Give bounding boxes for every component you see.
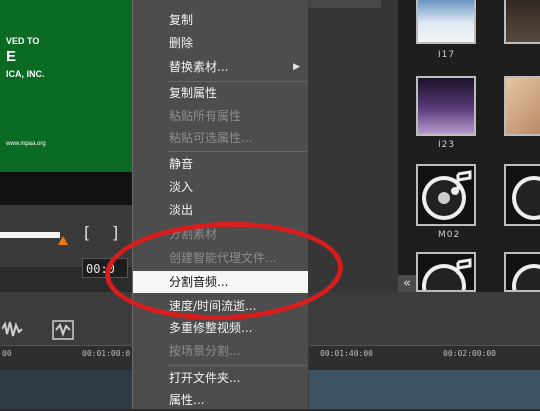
ruler-label: 00:01:00:0 — [82, 349, 131, 358]
menu-item-properties[interactable]: 属性... — [133, 389, 308, 411]
library-thumbnail[interactable] — [504, 76, 540, 136]
menu-item-label: 打开文件夹... — [169, 371, 241, 385]
track-header — [0, 370, 132, 409]
mark-in-button[interactable]: [ — [84, 223, 90, 242]
menu-item-label: 粘贴所有属性 — [169, 109, 242, 123]
context-menu: 复制 删除 替换素材... ▶ 复制属性 粘贴所有属性 粘贴可选属性... 静音 … — [132, 0, 309, 409]
ruler-label: 00 — [2, 349, 12, 358]
menu-item-label: 复制属性 — [169, 86, 218, 100]
menu-item-split-by-scene[interactable]: 按场景分割... — [133, 340, 308, 362]
library-thumbnail[interactable] — [504, 0, 540, 44]
submenu-arrow-icon: ▶ — [293, 62, 300, 72]
menu-item-multi-trim-video[interactable]: 多重修整视频... — [133, 317, 308, 339]
rating-text-line: ICA, INC. — [6, 69, 45, 79]
video-preview-frame: VED TO E ICA, INC. www.mpaa.org — [0, 0, 132, 172]
preview-letterbox — [0, 172, 132, 205]
menu-item-label: 粘贴可选属性... — [169, 131, 253, 145]
music-file-icon — [512, 264, 540, 290]
library-thumbnail[interactable] — [504, 252, 540, 292]
menu-item-label: 淡入 — [169, 180, 194, 194]
library-thumbnail[interactable] — [416, 252, 476, 292]
library-thumbnail[interactable] — [416, 76, 476, 136]
menu-item-mute[interactable]: 静音 — [133, 153, 308, 175]
menu-item-paste-selected-attributes[interactable]: 粘贴可选属性... — [133, 127, 308, 149]
menu-separator — [167, 365, 307, 366]
music-file-icon — [422, 170, 472, 220]
menu-item-label: 多重修整视频... — [169, 321, 253, 335]
library-thumbnail[interactable] — [416, 164, 476, 226]
menu-item-label: 属性... — [169, 393, 205, 407]
menu-item-open-folder[interactable]: 打开文件夹... — [133, 367, 308, 389]
menu-item-label: 静音 — [169, 157, 194, 171]
mark-out-button[interactable]: ] — [112, 223, 118, 242]
collapse-library-button[interactable]: « — [398, 275, 416, 292]
menu-item-delete[interactable]: 删除 — [133, 32, 308, 54]
menu-item-fade-in[interactable]: 淡入 — [133, 176, 308, 198]
menu-item-label: 复制 — [169, 13, 194, 27]
menu-item-label: 替换素材... — [169, 60, 229, 74]
rating-text-line: VED TO — [6, 36, 40, 46]
menu-item-label: 按场景分割... — [169, 344, 241, 358]
rating-url: www.mpaa.org — [6, 141, 46, 147]
music-file-icon — [422, 258, 472, 290]
menu-item-copy[interactable]: 复制 — [133, 9, 308, 31]
menu-item-label: 淡出 — [169, 203, 194, 217]
music-file-icon — [512, 176, 540, 220]
audio-waveform-icon[interactable] — [2, 320, 24, 338]
scrub-handle[interactable] — [58, 236, 68, 245]
library-thumbnail[interactable] — [504, 164, 540, 226]
menu-separator — [167, 151, 307, 152]
scrub-bar[interactable] — [0, 232, 60, 238]
menu-item-copy-attributes[interactable]: 复制属性 — [133, 82, 308, 104]
split-audio-icon[interactable] — [52, 320, 74, 340]
thumbnail-label: M02 — [438, 230, 461, 240]
menu-item-replace-clip[interactable]: 替换素材... ▶ — [133, 56, 308, 78]
ruler-label: 00:02:00:00 — [443, 349, 496, 358]
menu-item-label: 删除 — [169, 36, 194, 50]
options-panel-header — [306, 0, 381, 8]
ruler-label: 00:01:40:00 — [320, 349, 373, 358]
menu-item-fade-out[interactable]: 淡出 — [133, 199, 308, 221]
library-panel: I17 I23 M02 — [398, 0, 540, 292]
thumbnail-label: I17 — [438, 50, 456, 60]
menu-item-paste-all-attributes[interactable]: 粘贴所有属性 — [133, 105, 308, 127]
library-thumbnail[interactable] — [416, 0, 476, 44]
thumbnail-label: I23 — [438, 140, 456, 150]
rating-text-line: E — [6, 48, 17, 65]
